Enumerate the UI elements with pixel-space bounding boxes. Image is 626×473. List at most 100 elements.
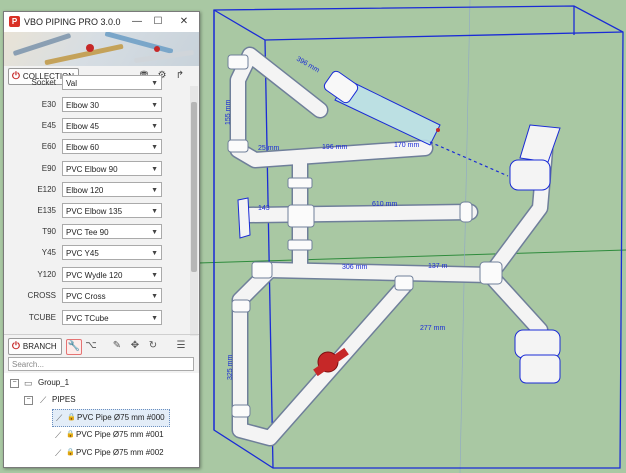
fitting-select[interactable]: Elbow 60 ▼ (62, 139, 162, 154)
fitting-row-e90: E90 PVC Elbow 90 ▼ (4, 160, 189, 180)
fitting-select[interactable]: PVC TCube ▼ (62, 310, 162, 325)
fitting-label: Y120 (37, 270, 56, 279)
fitting-value: Elbow 60 (66, 143, 99, 152)
tree-label: PVC Pipe Ø75 mm #000 (77, 413, 165, 422)
fitting-select[interactable]: PVC Cross ▼ (62, 288, 162, 303)
branch-tool-icon[interactable]: ⌥ (84, 339, 98, 353)
fitting-value: PVC Elbow 90 (66, 165, 118, 174)
dim-label: 137 m (428, 263, 448, 270)
dim-label: 277 mm (420, 325, 445, 332)
pipe-icon: ⟋ (55, 430, 62, 440)
tree-label: PVC Pipe Ø75 mm #001 (76, 430, 164, 439)
chevron-down-icon: ▼ (151, 80, 158, 87)
tree-label: Group_1 (38, 378, 70, 387)
fitting-row-e135: E135 PVC Elbow 135 ▼ (4, 202, 189, 222)
collapse-toggle[interactable]: − (24, 396, 33, 405)
chevron-down-icon: ▼ (151, 187, 158, 194)
window-title: VBO PIPING PRO 3.0.0 (24, 17, 121, 27)
flange-end (237, 197, 251, 239)
pipe-icon: ⟋ (40, 395, 47, 405)
fitting-list: Socket Val ▼ E30 Elbow 30 ▼ E45 Elbow 45 ▼ E60… (4, 75, 189, 336)
fitting-select[interactable]: PVC Elbow 135 ▼ (62, 203, 162, 218)
chevron-down-icon: ▼ (151, 315, 158, 322)
title-bar: P VBO PIPING PRO 3.0.0 — ☐ ✕ (4, 12, 199, 33)
fitting-row-e45: E45 Elbow 45 ▼ (4, 117, 189, 137)
tree-row-pipe[interactable]: ⟋ 🔒 PVC Pipe Ø75 mm #001 (52, 427, 192, 443)
fitting-label: CROSS (27, 291, 56, 300)
fitting-select[interactable]: Elbow 45 ▼ (62, 118, 162, 133)
chevron-down-icon: ▼ (151, 166, 158, 173)
chevron-down-icon: ▼ (151, 272, 158, 279)
fitting-select[interactable]: Elbow 30 ▼ (62, 97, 162, 112)
fitting-select[interactable]: Val ▼ (62, 75, 162, 90)
fitting-select[interactable]: PVC Elbow 90 ▼ (62, 161, 162, 176)
fitting-value: PVC Cross (66, 292, 106, 301)
minimize-button[interactable]: — (129, 14, 145, 30)
fitting-select[interactable]: PVC Wydle 120 ▼ (62, 267, 162, 282)
tree-row-pipe[interactable]: ⟋ 🔒 PVC Pipe Ø75 mm #000 (52, 409, 170, 427)
plugin-panel: P VBO PIPING PRO 3.0.0 — ☐ ✕ ⏻ COLLECTION… (3, 11, 200, 468)
chevron-down-icon: ▼ (151, 102, 158, 109)
fitting-row-socket: Socket Val ▼ (4, 74, 189, 94)
close-button[interactable]: ✕ (176, 14, 192, 30)
outliner-tree: − ▭ Group_1 − ⟋ PIPES ⟋ 🔒 PVC Pipe Ø75 m… (4, 373, 199, 467)
tree-label: PIPES (52, 395, 76, 404)
fitting-select[interactable]: PVC Y45 ▼ (62, 245, 162, 260)
chevron-down-icon: ▼ (151, 208, 158, 215)
fitting-row-e60: E60 Elbow 60 ▼ (4, 138, 189, 158)
fitting-label: T90 (42, 227, 56, 236)
tree-row-pipes[interactable]: − ⟋ PIPES (4, 392, 199, 408)
tree-row-pipe[interactable]: ⟋ 🔒 PVC Pipe Ø75 mm #002 (52, 445, 192, 461)
search-input[interactable]: Search... (8, 357, 194, 371)
pipe-icon: ⟋ (55, 448, 62, 458)
lock-icon: 🔒 (66, 449, 75, 456)
fitting-label: E135 (37, 206, 56, 215)
strainer-bottom (514, 329, 561, 384)
tree-label: PVC Pipe Ø75 mm #002 (76, 448, 164, 457)
fitting-value: PVC TCube (66, 314, 109, 323)
fitting-value: Val (66, 79, 77, 88)
dim-label: 155 mm (225, 100, 232, 125)
collapse-toggle[interactable]: − (10, 379, 19, 388)
fitting-row-e30: E30 Elbow 30 ▼ (4, 96, 189, 116)
tree-row-group[interactable]: − ▭ Group_1 (4, 375, 199, 391)
fitting-label: E45 (41, 121, 56, 130)
fitting-select[interactable]: PVC Tee 90 ▼ (62, 224, 162, 239)
fitting-label: E120 (37, 185, 56, 194)
fitting-value: Elbow 120 (66, 186, 104, 195)
lock-icon: 🔒 (67, 414, 76, 421)
fitting-row-t90: T90 PVC Tee 90 ▼ (4, 223, 189, 243)
fitting-row-e120: E120 Elbow 120 ▼ (4, 181, 189, 201)
fitting-label: TCUBE (28, 313, 56, 322)
power-icon: ⏻ (12, 341, 20, 352)
list-icon[interactable]: ☰ (174, 339, 188, 353)
fitting-value: PVC Elbow 135 (66, 207, 123, 216)
branch-toolbar: ⏻ BRANCH 🔧 ⌥ ✎ ✥ ↻ ☰ (4, 336, 199, 356)
fitting-label: E30 (41, 100, 56, 109)
fitting-value: Elbow 30 (66, 101, 99, 110)
scrollbar-thumb[interactable] (191, 102, 197, 272)
dim-label: 610 mm (372, 201, 397, 208)
dim-label: 143 (258, 205, 270, 212)
fitting-row-y45: Y45 PVC Y45 ▼ (4, 244, 189, 264)
fitting-row-tcube: TCUBE PVC TCube ▼ (4, 309, 189, 329)
chevron-down-icon: ▼ (151, 229, 158, 236)
fitting-value: PVC Wydle 120 (66, 271, 123, 280)
app-logo-icon: P (9, 16, 20, 27)
chevron-down-icon: ▼ (151, 250, 158, 257)
chevron-down-icon: ▼ (151, 293, 158, 300)
pencil-icon[interactable]: ✎ (110, 339, 124, 353)
maximize-button[interactable]: ☐ (150, 14, 166, 30)
refresh-icon[interactable]: ↻ (146, 339, 160, 353)
move-icon[interactable]: ✥ (128, 339, 142, 353)
fitting-label: E60 (41, 142, 56, 151)
fitting-list-scrollbar[interactable] (190, 86, 198, 336)
wrench-icon[interactable]: 🔧 (66, 339, 82, 355)
fitting-select[interactable]: Elbow 120 ▼ (62, 182, 162, 197)
divider (4, 334, 199, 335)
pipe-icon: ⟋ (56, 413, 63, 423)
branch-label: BRANCH (22, 342, 57, 351)
fitting-value: PVC Y45 (66, 249, 99, 258)
dim-label: 325 mm (227, 355, 234, 380)
branch-button[interactable]: ⏻ BRANCH (8, 338, 62, 355)
